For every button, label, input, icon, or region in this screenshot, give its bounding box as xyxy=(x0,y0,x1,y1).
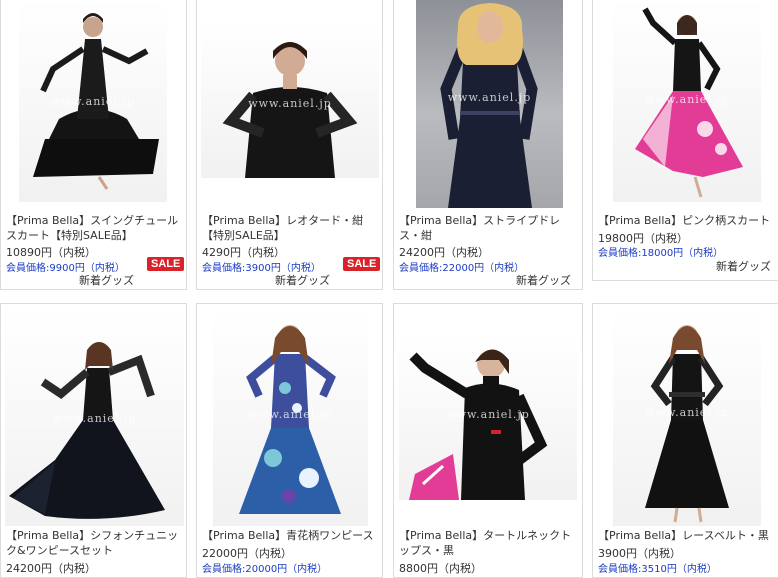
lace-belt-dress-figure-icon xyxy=(645,325,729,523)
product-price: 22000円（内税） xyxy=(202,547,292,560)
product-image[interactable]: www.aniel.jp xyxy=(5,310,184,526)
product-price: 4290円（内税） xyxy=(202,246,285,259)
product-image[interactable]: www.aniel.jp xyxy=(613,308,761,526)
pink-skirt-figure-icon xyxy=(635,7,743,198)
member-price: 会員価格:3510円（内税） xyxy=(598,564,717,575)
dress-figure-icon xyxy=(33,13,159,190)
new-goods-tag: 新着グッズ xyxy=(79,274,134,287)
member-price: 会員価格:20000円（内税） xyxy=(202,564,328,575)
chiffon-dress-figure-icon xyxy=(9,342,165,519)
product-card[interactable]: www.aniel.jp 【Prima Bella】スイングチュールスカート【特… xyxy=(0,0,187,290)
product-card[interactable]: www.aniel.jp 【Prima Bella】レオタード・紺【特別SALE… xyxy=(196,0,383,290)
product-card[interactable]: www.aniel.jp 【Prima Bella】タートルネックトップス・黒 … xyxy=(393,303,583,578)
product-price: 8800円（内税） xyxy=(399,562,482,575)
new-goods-tag: 新着グッズ xyxy=(716,260,771,273)
new-goods-tag: 新着グッズ xyxy=(516,274,571,287)
sale-badge: SALE xyxy=(343,257,381,271)
product-card[interactable]: www.aniel.jp 【Prima Bella】レースベルト・黒 3900円… xyxy=(592,303,778,578)
product-price: 10890円（内税） xyxy=(6,246,96,259)
product-card[interactable]: www.aniel.jp 【Prima Bella】ストライプドレス・紺 242… xyxy=(393,0,583,290)
product-title[interactable]: 【Prima Bella】青花柄ワンピース xyxy=(202,528,378,543)
leotard-figure-icon xyxy=(222,42,358,178)
product-image[interactable]: www.aniel.jp xyxy=(213,308,368,526)
product-price: 3900円（内税） xyxy=(598,547,681,560)
product-image[interactable]: www.aniel.jp xyxy=(613,0,761,202)
product-title[interactable]: 【Prima Bella】タートルネックトップス・黒 xyxy=(399,528,578,558)
member-price: 会員価格:22000円（内税） xyxy=(399,263,525,274)
product-title[interactable]: 【Prima Bella】ピンク柄スカート xyxy=(598,213,774,228)
sale-badge: SALE xyxy=(147,257,185,271)
new-goods-tag: 新着グッズ xyxy=(275,274,330,287)
product-title[interactable]: 【Prima Bella】シフォンチュニック&ワンピースセット xyxy=(6,528,182,558)
product-image[interactable]: www.aniel.jp xyxy=(19,0,167,202)
product-price: 24200円（内税） xyxy=(399,246,489,259)
turtleneck-figure-icon xyxy=(409,349,548,500)
product-title[interactable]: 【Prima Bella】レオタード・紺【特別SALE品】 xyxy=(202,213,378,243)
member-price: 会員価格:18000円（内税） xyxy=(598,248,724,259)
product-card[interactable]: www.aniel.jp 【Prima Bella】シフォンチュニック&ワンピー… xyxy=(0,303,187,578)
product-card[interactable]: www.aniel.jp 【Prima Bella】ピンク柄スカート 19800… xyxy=(592,0,778,281)
product-price: 24200円（内税） xyxy=(6,562,96,575)
product-image[interactable]: www.aniel.jp xyxy=(399,334,577,500)
product-title[interactable]: 【Prima Bella】ストライプドレス・紺 xyxy=(399,213,578,243)
floral-dress-figure-icon xyxy=(239,325,341,514)
product-title[interactable]: 【Prima Bella】レースベルト・黒 xyxy=(598,528,774,543)
product-card[interactable]: www.aniel.jp 【Prima Bella】青花柄ワンピース 22000… xyxy=(196,303,383,578)
product-title[interactable]: 【Prima Bella】スイングチュールスカート【特別SALE品】 xyxy=(6,213,182,243)
product-image[interactable]: www.aniel.jp xyxy=(416,0,563,208)
product-image[interactable]: www.aniel.jp xyxy=(201,21,379,178)
stripe-dress-figure-icon xyxy=(440,3,538,208)
